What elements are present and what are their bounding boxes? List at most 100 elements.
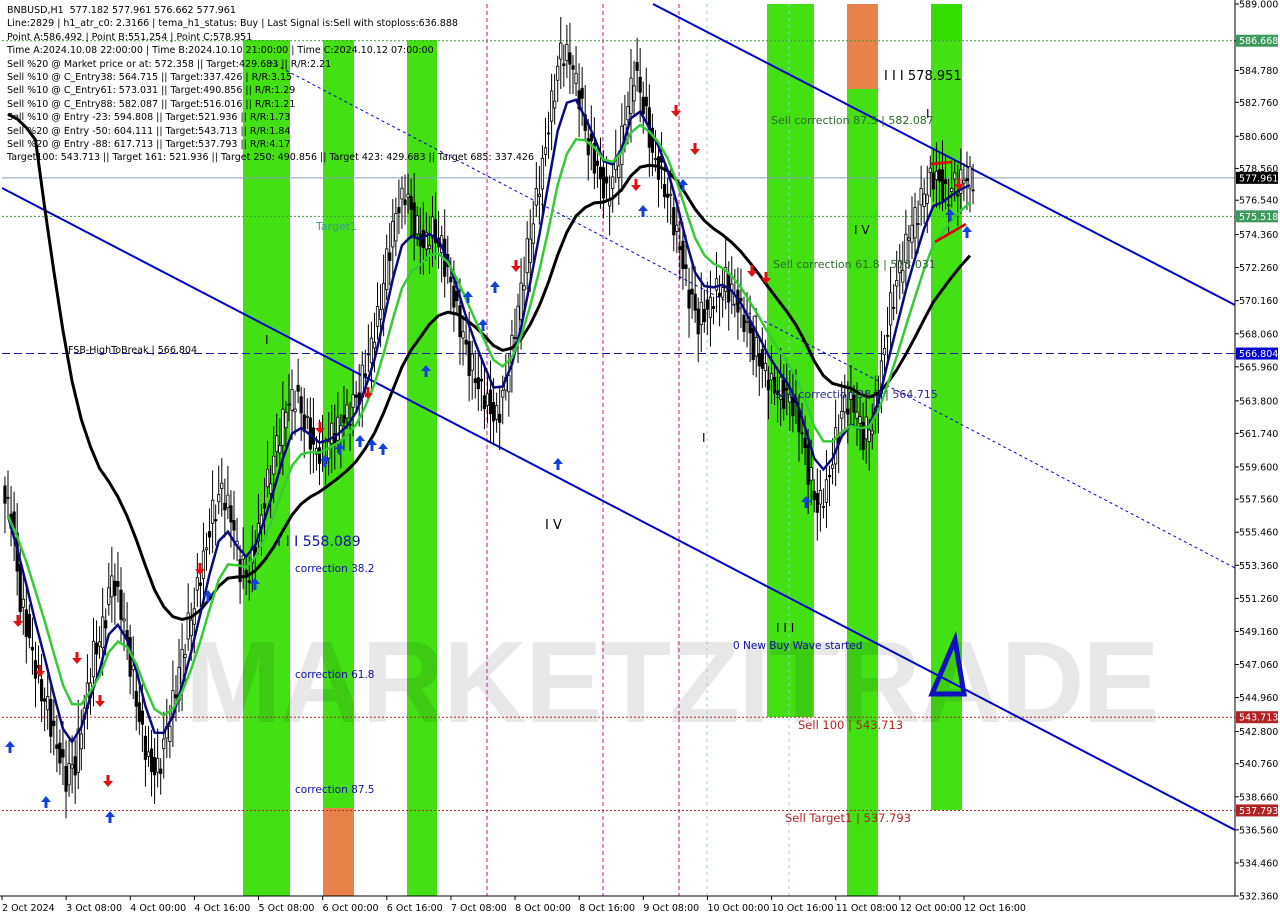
price-tag-label: 577.961 xyxy=(1239,173,1278,184)
candle-body xyxy=(461,331,465,339)
candle-body xyxy=(705,299,709,310)
candle-body xyxy=(553,100,557,109)
candle-body xyxy=(317,447,322,464)
candle-body xyxy=(137,702,141,722)
candle-body xyxy=(290,389,294,411)
candle-body xyxy=(116,581,120,587)
x-tick-label: 4 Oct 00:00 xyxy=(130,903,186,914)
candle-body xyxy=(284,411,288,429)
info-line: BNBUSD,H1 577.182 577.961 576.662 577.96… xyxy=(7,5,236,16)
candle-body xyxy=(143,735,148,760)
buy-arrow-icon xyxy=(553,458,563,470)
candle-body xyxy=(415,215,419,235)
candle-body xyxy=(214,519,218,522)
candle-body xyxy=(232,520,236,531)
candle-body xyxy=(840,410,844,419)
candle-body xyxy=(885,335,890,337)
candle-body xyxy=(119,589,123,620)
candle-body xyxy=(149,748,154,773)
candle-body xyxy=(73,756,77,776)
candle-body xyxy=(174,694,178,698)
candle-body xyxy=(766,379,771,391)
candle-body xyxy=(385,248,389,290)
candle-body xyxy=(345,404,349,419)
candle-body xyxy=(354,394,358,398)
x-tick-label: 2 Oct 2024 xyxy=(2,903,55,914)
candle-body xyxy=(299,396,303,414)
info-line: Point A:586.492 | Point B:551.254 | Poin… xyxy=(7,31,253,43)
candle-body xyxy=(198,582,202,586)
candle-body xyxy=(531,223,535,244)
candle-body xyxy=(159,768,163,774)
candle-body xyxy=(369,337,374,364)
candle-body xyxy=(892,306,896,309)
candle-body xyxy=(928,167,932,173)
annotation-fib: correction 87.5 xyxy=(295,784,374,796)
candle-body xyxy=(571,65,575,70)
x-tick-label: 10 Oct 00:00 xyxy=(707,903,769,914)
y-tick-label: 553.360 xyxy=(1239,561,1278,572)
candle-body xyxy=(800,432,804,435)
candle-body xyxy=(534,188,538,206)
candle-body xyxy=(220,482,224,489)
buy-arrow-icon xyxy=(378,443,388,455)
y-tick-label: 572.260 xyxy=(1239,263,1278,274)
candle-body xyxy=(858,416,862,424)
candle-body xyxy=(684,264,688,269)
candle-body xyxy=(681,240,685,270)
candle-body xyxy=(400,187,404,200)
candle-body xyxy=(821,505,826,508)
candle-body xyxy=(824,479,829,503)
candle-body xyxy=(134,690,138,707)
candle-body xyxy=(140,710,144,725)
candle-body xyxy=(27,613,31,639)
candle-body xyxy=(217,494,221,503)
candle-body xyxy=(708,296,713,318)
candle-body xyxy=(641,96,645,115)
candle-body xyxy=(901,270,905,283)
y-tick-label: 536.560 xyxy=(1239,825,1278,836)
candle-body xyxy=(470,353,474,371)
candle-body xyxy=(611,176,615,189)
y-tick-label: 570.160 xyxy=(1239,296,1278,307)
info-line: Target100: 543.713 || Target 161: 521.93… xyxy=(7,152,534,164)
x-tick-label: 8 Oct 00:00 xyxy=(515,903,571,914)
candle-body xyxy=(223,502,227,511)
candle-body xyxy=(79,733,83,750)
buy-arrow-icon xyxy=(105,811,115,823)
candle-body xyxy=(617,165,621,178)
annotation-wave: I I I 578.951 xyxy=(884,69,962,84)
candle-body xyxy=(916,223,920,225)
buy-arrow-icon xyxy=(490,281,500,293)
candle-body xyxy=(46,696,50,711)
y-tick-label: 589.000 xyxy=(1239,0,1278,11)
candle-body xyxy=(195,577,199,591)
candle-body xyxy=(52,720,56,727)
y-tick-label: 580.600 xyxy=(1239,132,1278,143)
candle-body xyxy=(241,555,245,560)
candle-body xyxy=(49,698,53,737)
candle-body xyxy=(895,280,899,287)
candle-body xyxy=(305,415,309,418)
candle-body xyxy=(696,308,700,335)
y-tick-label: 551.260 xyxy=(1239,594,1278,605)
buy-arrow-icon xyxy=(41,796,51,808)
candle-body xyxy=(449,276,453,283)
watermark-text: MARKETZITRADE xyxy=(185,617,1158,747)
candle-body xyxy=(943,179,948,184)
annotation-sell: Sell Target1 | 537.793 xyxy=(785,811,911,825)
candle-body xyxy=(568,52,572,65)
annotation-fib: correction 61.8 xyxy=(295,669,374,681)
candle-body xyxy=(537,193,541,198)
candle-body xyxy=(30,646,35,651)
candle-body xyxy=(122,618,126,622)
candle-body xyxy=(855,411,859,419)
candle-body xyxy=(375,305,380,327)
x-tick-label: 12 Oct 00:00 xyxy=(900,903,962,914)
annotation-wave: I xyxy=(265,333,269,347)
info-line: Sell %20 @ Market price or at: 572.358 |… xyxy=(7,58,332,70)
info-line: Sell %20 @ Entry -88: 617.713 || Target:… xyxy=(7,138,291,150)
candle-body xyxy=(754,337,758,357)
sell-arrow-icon xyxy=(103,775,113,787)
candle-body xyxy=(226,494,230,509)
